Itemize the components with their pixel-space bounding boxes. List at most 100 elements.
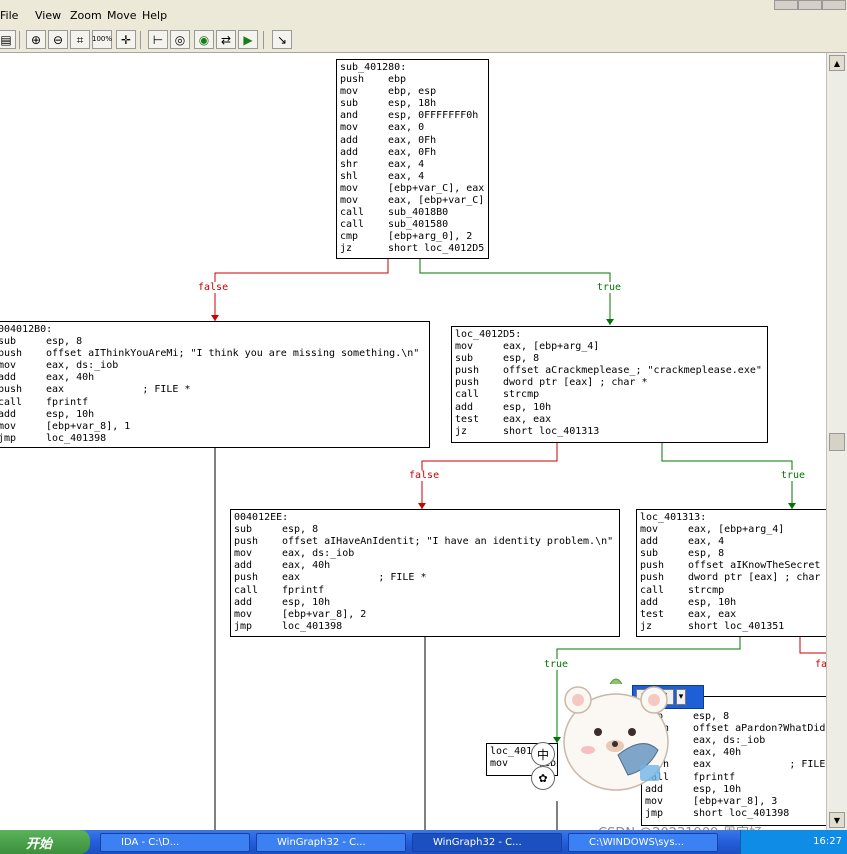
asm-operands: esp, 18h: [388, 98, 437, 110]
asm-line: add eax, 40h: [0, 372, 426, 384]
graph-node[interactable]: sub_401280: push ebp mov ebp, esp sub esp, 18h…: [336, 59, 489, 259]
go-left-icon[interactable]: ◉: [194, 30, 214, 49]
asm-line: mov ebp, esp: [340, 86, 485, 98]
menu-view[interactable]: View: [35, 9, 61, 22]
asm-mnemonic: test: [455, 413, 480, 425]
asm-operands: [ebp+var_C], eax: [388, 182, 485, 194]
vertical-scrollbar[interactable]: ▲ ▼: [826, 53, 847, 830]
asm-mnemonic: push: [455, 377, 480, 389]
asm-operands: esp, 10h: [46, 408, 95, 420]
asm-mnemonic: mov: [340, 195, 359, 207]
pointer-icon[interactable]: ↘: [272, 30, 292, 49]
menu-help[interactable]: Help: [142, 9, 167, 22]
graph-node[interactable]: 004012EE: sub esp, 8 push offset aIHaveAnIde…: [230, 509, 620, 637]
edge-false-3: [799, 637, 826, 654]
graph-node[interactable]: loc_4012D5: mov eax, [ebp+arg_4] sub esp, 8p…: [451, 326, 768, 443]
asm-line: call sub_4018B0: [340, 207, 485, 219]
menu-bar: File View Zoom Move Help: [0, 0, 847, 29]
taskbar-item[interactable]: C:\WINDOWS\sys...: [568, 833, 718, 852]
asm-mnemonic: call: [234, 584, 259, 596]
asm-mnemonic: add: [234, 596, 253, 608]
scroll-down-icon[interactable]: ▼: [829, 812, 845, 828]
asm-operands: eax, [ebp+arg_4]: [688, 524, 785, 536]
asm-mnemonic: add: [0, 372, 17, 384]
asm-mnemonic: mov: [0, 360, 17, 372]
taskbar-item[interactable]: IDA - C:\D...: [100, 833, 250, 852]
close-button[interactable]: [822, 0, 846, 10]
asm-mnemonic: sub: [0, 336, 17, 348]
asm-mnemonic: sub: [455, 353, 474, 365]
ime-settings-icon[interactable]: ✿: [531, 766, 555, 790]
asm-mnemonic: call: [640, 584, 665, 596]
asm-mnemonic: mov: [234, 548, 253, 560]
move-node-icon[interactable]: ⊢: [148, 30, 168, 49]
center-icon[interactable]: ✛: [116, 30, 136, 49]
zoom-in-icon[interactable]: ⊕: [26, 30, 46, 49]
asm-line: jmp loc_401398: [234, 621, 616, 633]
asm-mnemonic: and: [340, 110, 359, 122]
edge-label-false: false: [197, 282, 230, 293]
start-button[interactable]: 开始: [0, 830, 90, 854]
asm-operands: dword ptr [eax] ; char: [688, 572, 821, 584]
asm-operands: eax ; FILE: [693, 759, 826, 771]
asm-operands: eax ; FILE *: [46, 384, 191, 396]
asm-mnemonic: test: [640, 608, 665, 620]
asm-line: mov eax, ds:_iob: [234, 548, 616, 560]
asm-line: shr eax, 4: [340, 159, 485, 171]
print-icon[interactable]: ▤: [0, 30, 16, 49]
edge-true-2: [661, 443, 793, 509]
asm-mnemonic: push: [234, 536, 259, 548]
node-title: loc_401313:: [640, 512, 707, 523]
navigate-icon[interactable]: ◎: [170, 30, 190, 49]
asm-mnemonic: mov: [340, 122, 359, 134]
maximize-button[interactable]: [798, 0, 822, 10]
asm-line: mov [ebp+var_8], 1: [0, 421, 426, 433]
node-title: 004012EE:: [234, 512, 289, 523]
asm-line: add eax, 40h: [234, 560, 616, 572]
asm-mnemonic: jmp: [234, 620, 253, 632]
zoom-out-icon[interactable]: ⊖: [48, 30, 68, 49]
asm-mnemonic: push: [234, 572, 259, 584]
menu-file[interactable]: File: [0, 9, 18, 22]
asm-mnemonic: sub: [234, 524, 253, 536]
asm-operands: esp, 10h: [282, 596, 331, 608]
asm-operands: eax ; FILE *: [282, 572, 427, 584]
arrow-true-1: [606, 319, 614, 325]
asm-mnemonic: jz: [340, 243, 353, 255]
graph-node[interactable]: loc_401313: mov eax, [ebp+arg_4] add eax, 4s…: [636, 509, 826, 637]
scroll-thumb[interactable]: [829, 433, 845, 451]
asm-line: call fprintf: [234, 585, 616, 597]
minimize-button[interactable]: [774, 0, 798, 10]
asm-mnemonic: mov: [640, 524, 659, 536]
asm-mnemonic: sub: [340, 98, 359, 110]
graph-canvas[interactable]: false true false true true false sub_401…: [0, 53, 826, 830]
swap-icon[interactable]: ⇄: [216, 30, 236, 49]
asm-operands: eax, ds:_iob: [282, 548, 355, 560]
zoom-100-icon[interactable]: 100%: [92, 30, 112, 49]
menu-zoom[interactable]: Zoom: [70, 9, 102, 22]
edge-label-false: false: [814, 659, 826, 670]
asm-operands: ebp: [388, 74, 407, 86]
fit-window-icon[interactable]: ⌗: [70, 30, 90, 49]
asm-line: jz short loc_401313: [455, 426, 764, 438]
asm-line: push dword ptr [eax] ; char: [640, 572, 826, 584]
scroll-up-icon[interactable]: ▲: [829, 55, 845, 71]
taskbar-item[interactable]: WinGraph32 - C...: [256, 833, 406, 852]
asm-mnemonic: shr: [340, 158, 359, 170]
toolbar-separator: [263, 31, 264, 49]
ime-status-button[interactable]: 中: [531, 742, 555, 766]
graph-node[interactable]: 004012B0:sub esp, 8 push offset aIThinkYouA…: [0, 321, 430, 448]
asm-operands: eax, eax: [688, 608, 737, 620]
menu-move[interactable]: Move: [107, 9, 137, 22]
asm-mnemonic: cmp: [340, 231, 359, 243]
asm-line: mov eax, [ebp+arg_4]: [640, 524, 826, 536]
asm-mnemonic: jz: [640, 620, 653, 632]
go-right-icon[interactable]: ▶: [238, 30, 258, 49]
asm-mnemonic: shl: [340, 170, 359, 182]
asm-operands: esp, 10h: [688, 596, 737, 608]
taskbar-item[interactable]: WinGraph32 - C...: [412, 833, 562, 852]
asm-line: test eax, eax: [455, 414, 764, 426]
asm-operands: short loc_4012D5: [388, 243, 485, 255]
tray-clock: 16:27: [813, 836, 842, 847]
asm-line: sub esp, 18h: [340, 98, 485, 110]
